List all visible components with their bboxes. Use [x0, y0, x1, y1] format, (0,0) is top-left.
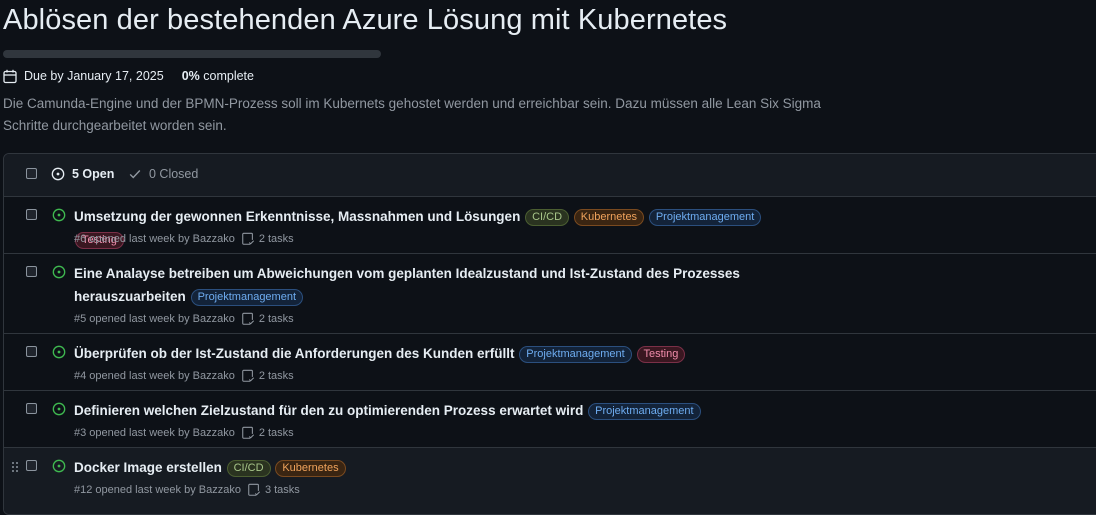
issue-title[interactable]: Umsetzung der gewonnen Erkenntnisse, Mas… [74, 209, 520, 224]
issue-meta: #4 opened last week by Bazzako [74, 370, 235, 382]
issue-meta: #5 opened last week by Bazzako [74, 313, 235, 325]
tasklist-icon [248, 483, 261, 496]
milestone-meta: Due by January 17, 2025 0% complete [3, 67, 254, 85]
milestone-description: Die Camunda-Engine und der BPMN-Prozess … [3, 96, 821, 133]
tab-open-label: 5 Open [72, 167, 115, 181]
task-count: 2 tasks [241, 426, 294, 440]
tasklist-icon [242, 312, 254, 325]
issue-row[interactable]: Überprüfen ob der Ist-Zustand die Anford… [4, 334, 1096, 391]
issues-list-header: 5 Open 0 Closed [4, 154, 1096, 197]
issue-checkbox[interactable] [26, 460, 37, 471]
issue-title[interactable]: Docker Image erstellen [74, 460, 222, 475]
issue-title[interactable]: Eine Analayse betreiben um Abweichungen … [74, 266, 740, 304]
issue-open-icon [51, 167, 65, 181]
label-projektmanagement[interactable]: Projektmanagement [190, 289, 304, 306]
issue-meta: #3 opened last week by Bazzako [74, 427, 235, 439]
task-count-label: 2 tasks [258, 233, 294, 245]
select-all-checkbox[interactable] [26, 168, 37, 179]
tab-open-issues[interactable]: 5 Open [51, 167, 114, 181]
label-cicd[interactable]: CI/CD [226, 460, 271, 477]
task-count-label: 2 tasks [258, 313, 294, 325]
tab-closed-issues[interactable]: 0 Closed [128, 167, 198, 181]
label-projektmanagement[interactable]: Projektmanagement [588, 403, 701, 420]
issue-title[interactable]: Definieren welchen Zielzustand für den z… [74, 403, 583, 418]
tasklist-icon [242, 232, 254, 245]
issue-row[interactable]: Umsetzung der gewonnen Erkenntnisse, Mas… [4, 197, 1096, 254]
task-count: 3 tasks [247, 483, 300, 497]
issue-checkbox[interactable] [26, 346, 37, 357]
issue-title[interactable]: Überprüfen ob der Ist-Zustand die Anford… [74, 346, 515, 361]
issue-row[interactable]: Docker Image erstellen CI/CD Kubernetes … [4, 448, 1096, 514]
issue-checkbox[interactable] [26, 403, 37, 414]
issue-meta: #12 opened last week by Bazzako [74, 484, 241, 496]
task-count: 2 tasks [241, 232, 294, 246]
task-count: 2 tasks [241, 369, 294, 383]
issue-open-icon [52, 208, 66, 222]
issue-checkbox[interactable] [26, 209, 37, 220]
label-testing[interactable]: Testing [636, 346, 686, 363]
issue-open-icon [52, 402, 66, 416]
issue-checkbox[interactable] [26, 266, 37, 277]
task-count: 2 tasks [241, 312, 294, 326]
milestone-title: Ablösen der bestehenden Azure Lösung mit… [3, 4, 728, 36]
due-date: Due by January 17, 2025 [24, 69, 164, 83]
task-count-label: 3 tasks [264, 484, 300, 496]
label-projektmanagement[interactable]: Projektmanagement [519, 346, 632, 363]
issue-meta: #6 opened last week by Bazzako [74, 233, 235, 245]
issue-open-icon [52, 459, 66, 473]
issue-row[interactable]: Eine Analayse betreiben um Abweichungen … [4, 254, 1096, 334]
task-count-label: 2 tasks [258, 427, 294, 439]
drag-handle-icon[interactable] [11, 461, 19, 473]
issue-open-icon [52, 345, 66, 359]
milestone-progress-bar [3, 50, 381, 58]
calendar-icon [3, 69, 17, 83]
tab-closed-label: 0 Closed [149, 167, 199, 181]
task-count-label: 2 tasks [258, 370, 294, 382]
label-kubernetes[interactable]: Kubernetes [573, 209, 645, 226]
completion-label: complete [203, 69, 254, 83]
label-kubernetes[interactable]: Kubernetes [275, 460, 346, 477]
issue-row[interactable]: Definieren welchen Zielzustand für den z… [4, 391, 1096, 448]
label-projektmanagement[interactable]: Projektmanagement [648, 209, 762, 226]
label-cicd[interactable]: CI/CD [525, 209, 570, 226]
completion-status: 0% complete [182, 69, 254, 83]
tasklist-icon [242, 369, 254, 382]
completion-percent: 0% [181, 69, 200, 83]
check-icon [129, 170, 141, 179]
tasklist-icon [242, 426, 254, 439]
issues-list: 5 Open 0 Closed Umsetzung der gewonnen E… [3, 153, 1096, 515]
issue-open-icon [52, 265, 66, 279]
